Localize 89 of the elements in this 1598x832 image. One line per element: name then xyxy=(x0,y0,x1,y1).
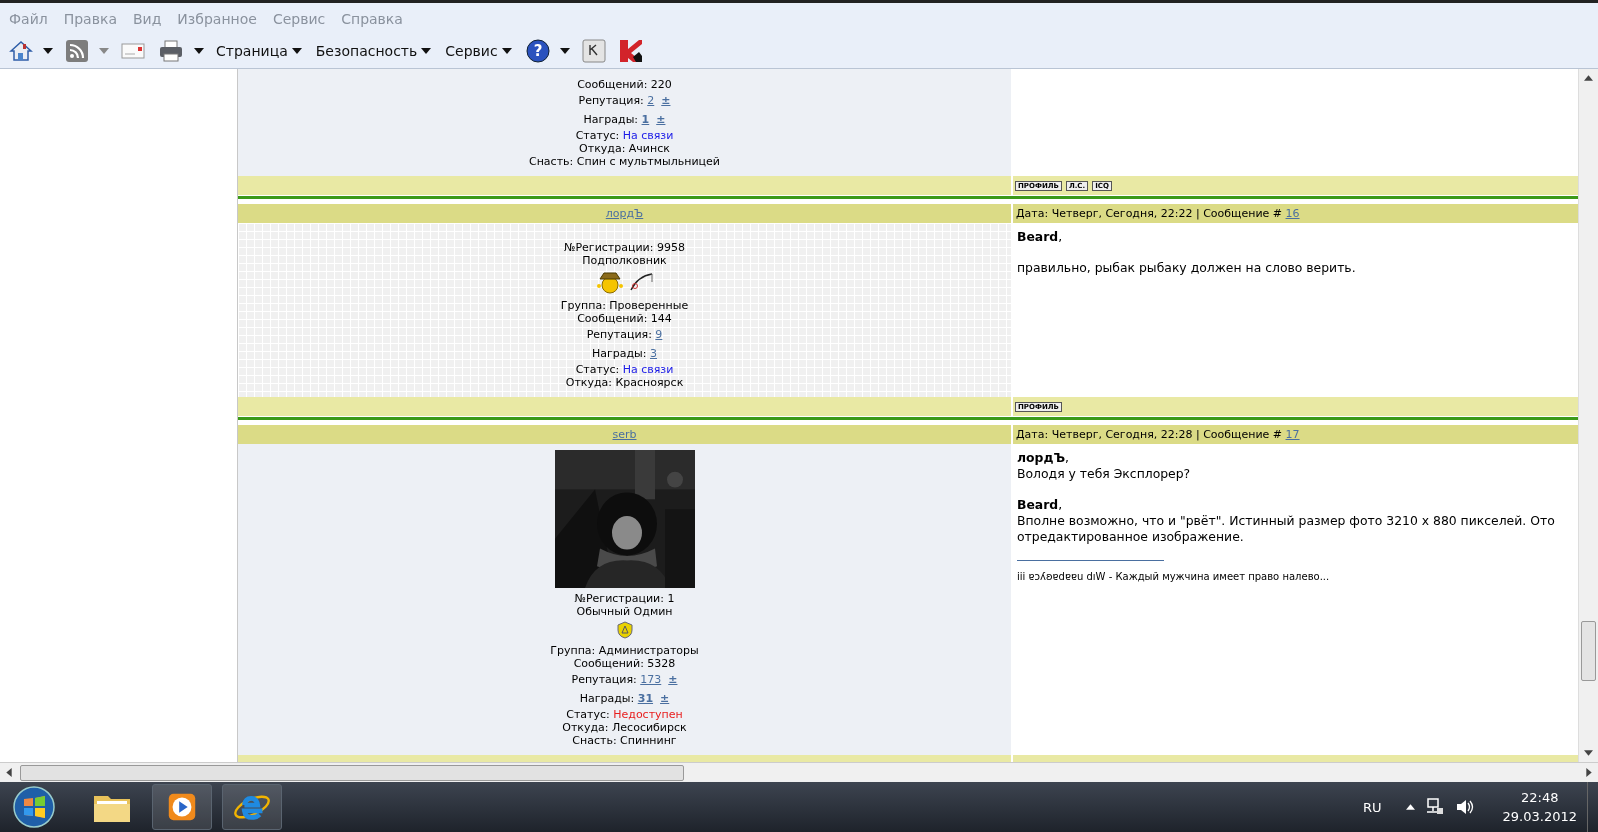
printer-icon[interactable] xyxy=(158,39,184,63)
status-text: На связи xyxy=(622,363,674,376)
up-arrow-icon[interactable] xyxy=(1405,804,1415,810)
smiley-hat-icon xyxy=(595,270,625,294)
caret-icon[interactable] xyxy=(194,48,204,54)
profile-text: Откуда: Красноярск xyxy=(565,376,684,389)
vertical-scrollbar[interactable] xyxy=(1578,69,1598,762)
profile-text: Сообщений: 5328 xyxy=(573,657,676,670)
toolbar-menu[interactable]: Сервис xyxy=(445,43,512,59)
profile-label: Статус: xyxy=(575,363,620,376)
count-link[interactable]: 31 xyxy=(637,692,654,705)
post-text: Вполне возможно, что и "рвёт". Истинный размер фото 3210 x 880 пикселей. Ото xyxy=(1017,513,1556,529)
caret-icon[interactable] xyxy=(43,48,53,54)
count-link[interactable]: 9 xyxy=(655,328,663,341)
profile-text: Откуда: Ачинск xyxy=(579,142,670,155)
menu-item[interactable]: Правка xyxy=(63,10,117,27)
shield-k-icon[interactable] xyxy=(618,39,643,63)
menu-item[interactable]: Сервис xyxy=(272,10,326,27)
key-icon[interactable] xyxy=(581,39,606,63)
vote-link[interactable]: ± xyxy=(661,94,671,107)
profile-label: Статус: xyxy=(575,129,620,142)
caret-icon xyxy=(421,48,432,54)
post-text: Beard, xyxy=(1017,497,1064,513)
profile-text: Подполковник xyxy=(582,254,667,267)
caret-icon[interactable] xyxy=(559,48,570,54)
toolbar-menu[interactable]: Безопасность xyxy=(315,43,432,59)
language-indicator[interactable]: RU xyxy=(1363,799,1382,815)
count-link[interactable]: 3 xyxy=(650,347,657,360)
post-text: Beard, xyxy=(1017,229,1064,245)
scroll-thumb[interactable] xyxy=(1581,621,1596,681)
start-button[interactable] xyxy=(12,785,56,829)
profile-label: Репутация: xyxy=(586,328,652,341)
profile-label: Награды: xyxy=(583,113,639,126)
count-link[interactable]: 2 xyxy=(647,94,655,107)
post-text: лордЪ, xyxy=(1017,450,1071,466)
count-link[interactable]: 1 xyxy=(641,113,650,126)
profile-text: Сообщений: 220 xyxy=(577,78,672,91)
home-icon[interactable] xyxy=(9,39,33,63)
post-number-link[interactable]: 16 xyxy=(1285,207,1300,220)
profile-text: Снасть: Спиннинг xyxy=(572,734,677,747)
profile-label: Репутация: xyxy=(578,94,644,107)
down-arrow-icon[interactable] xyxy=(1584,750,1593,756)
profile-text: Обычный Одмин xyxy=(576,605,673,618)
profile-text: Группа: Проверенные xyxy=(560,299,689,312)
toolbar-menu[interactable]: Страница xyxy=(216,43,302,59)
profile-label: Награды: xyxy=(592,347,647,360)
author-link[interactable]: лордЪ xyxy=(605,207,644,220)
scroll-thumb[interactable] xyxy=(20,764,684,781)
post-text: правильно, рыбак рыбаку должен на слово верить. xyxy=(1017,260,1357,276)
author-link[interactable]: serb xyxy=(612,428,637,441)
vote-link[interactable]: ± xyxy=(668,673,678,686)
profile-label: Награды: xyxy=(579,692,635,705)
vote-link[interactable]: ± xyxy=(660,692,670,705)
caret-icon xyxy=(501,48,512,54)
right-arrow-icon[interactable] xyxy=(1586,768,1592,777)
menu-item[interactable]: Вид xyxy=(132,10,162,27)
envelope-icon[interactable] xyxy=(121,42,145,60)
post-number-link[interactable]: 17 xyxy=(1285,428,1300,441)
status-text: Недоступен xyxy=(613,708,683,721)
feed-icon[interactable] xyxy=(65,39,89,63)
shield-icon xyxy=(616,621,633,639)
horizontal-scrollbar[interactable] xyxy=(0,762,1598,782)
post-text: Володя у тебя Эксплорер? xyxy=(1017,466,1192,482)
post-text: отредактированное изображение. xyxy=(1017,529,1245,545)
menu-item[interactable]: Избранное xyxy=(177,10,257,27)
profile-text: Снасть: Спин с мультмыльницей xyxy=(529,155,720,168)
vote-link[interactable]: ± xyxy=(656,113,666,126)
post-date: Дата: Четверг, Сегодня, 22:28 | Сообщение # xyxy=(1016,428,1283,441)
menu-item[interactable]: Справка xyxy=(341,10,403,27)
post-date: Дата: Четверг, Сегодня, 22:22 | Сообщение # xyxy=(1016,207,1283,220)
clock-time[interactable]: 22:48 xyxy=(1521,788,1559,807)
network-icon[interactable] xyxy=(1424,797,1445,817)
clock-date[interactable]: 29.03.2012 xyxy=(1502,807,1577,826)
profile-text: Откуда: Лесосибирск xyxy=(562,721,687,734)
profile-label: Статус: xyxy=(566,708,610,721)
signature-text: iii ɐɔʎʚɐdɐɐu dıW - Каждый мужчина имеет право налево... xyxy=(1017,571,1331,582)
menu-item[interactable]: Файл xyxy=(9,10,48,27)
help-icon[interactable]: ? xyxy=(525,39,550,63)
caret-icon xyxy=(291,48,302,54)
profile-text: Группа: Администраторы xyxy=(550,644,699,657)
left-arrow-icon[interactable] xyxy=(6,768,12,777)
profile-text: Сообщений: 144 xyxy=(577,312,672,325)
profile-label: Репутация: xyxy=(571,673,637,686)
volume-icon[interactable] xyxy=(1454,797,1475,817)
up-arrow-icon[interactable] xyxy=(1584,75,1593,81)
count-link[interactable]: 173 xyxy=(640,673,662,686)
profile-text: №Регистрации: 1 xyxy=(574,592,675,605)
profile-text: №Регистрации: 9958 xyxy=(564,241,685,254)
status-text: На связи xyxy=(622,129,674,142)
